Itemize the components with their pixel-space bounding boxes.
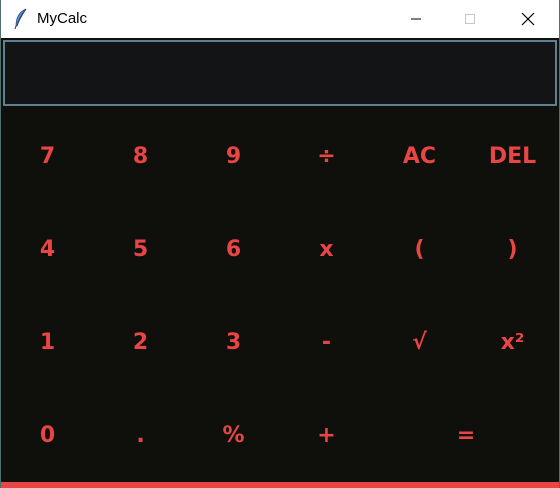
key-two[interactable]: 2 xyxy=(94,296,187,389)
key-five[interactable]: 5 xyxy=(94,203,187,296)
key-nine[interactable]: 9 xyxy=(187,110,280,203)
key-percent[interactable]: % xyxy=(187,389,280,482)
keypad: 7 8 9 ÷ AC DEL 4 5 6 x ( ) 1 2 3 - √ x² … xyxy=(1,110,559,482)
key-multiply[interactable]: x xyxy=(280,203,373,296)
minimize-button[interactable] xyxy=(393,0,439,38)
bottom-accent-bar xyxy=(1,482,559,488)
key-square[interactable]: x² xyxy=(466,296,559,389)
key-seven[interactable]: 7 xyxy=(1,110,94,203)
key-zero[interactable]: 0 xyxy=(1,389,94,482)
key-subtract[interactable]: - xyxy=(280,296,373,389)
key-eight[interactable]: 8 xyxy=(94,110,187,203)
key-equals[interactable]: = xyxy=(373,389,559,482)
key-four[interactable]: 4 xyxy=(1,203,94,296)
key-sqrt[interactable]: √ xyxy=(373,296,466,389)
key-delete[interactable]: DEL xyxy=(466,110,559,203)
title-bar[interactable]: MyCalc xyxy=(1,0,559,38)
close-icon xyxy=(521,12,535,26)
feather-icon xyxy=(13,8,29,30)
close-button[interactable] xyxy=(505,0,551,38)
key-six[interactable]: 6 xyxy=(187,203,280,296)
window-title: MyCalc xyxy=(37,10,88,27)
key-three[interactable]: 3 xyxy=(187,296,280,389)
calculator-display[interactable] xyxy=(3,40,557,106)
key-close-paren[interactable]: ) xyxy=(466,203,559,296)
key-divide[interactable]: ÷ xyxy=(280,110,373,203)
maximize-icon xyxy=(465,14,475,24)
key-open-paren[interactable]: ( xyxy=(373,203,466,296)
minimize-icon xyxy=(411,18,421,20)
key-one[interactable]: 1 xyxy=(1,296,94,389)
key-clear[interactable]: AC xyxy=(373,110,466,203)
key-add[interactable]: + xyxy=(280,389,373,482)
calculator-window: MyCalc 7 8 9 ÷ AC DEL 4 5 6 x () 1 2 3 … xyxy=(0,0,560,488)
key-decimal[interactable]: . xyxy=(94,389,187,482)
maximize-button[interactable] xyxy=(447,0,493,38)
